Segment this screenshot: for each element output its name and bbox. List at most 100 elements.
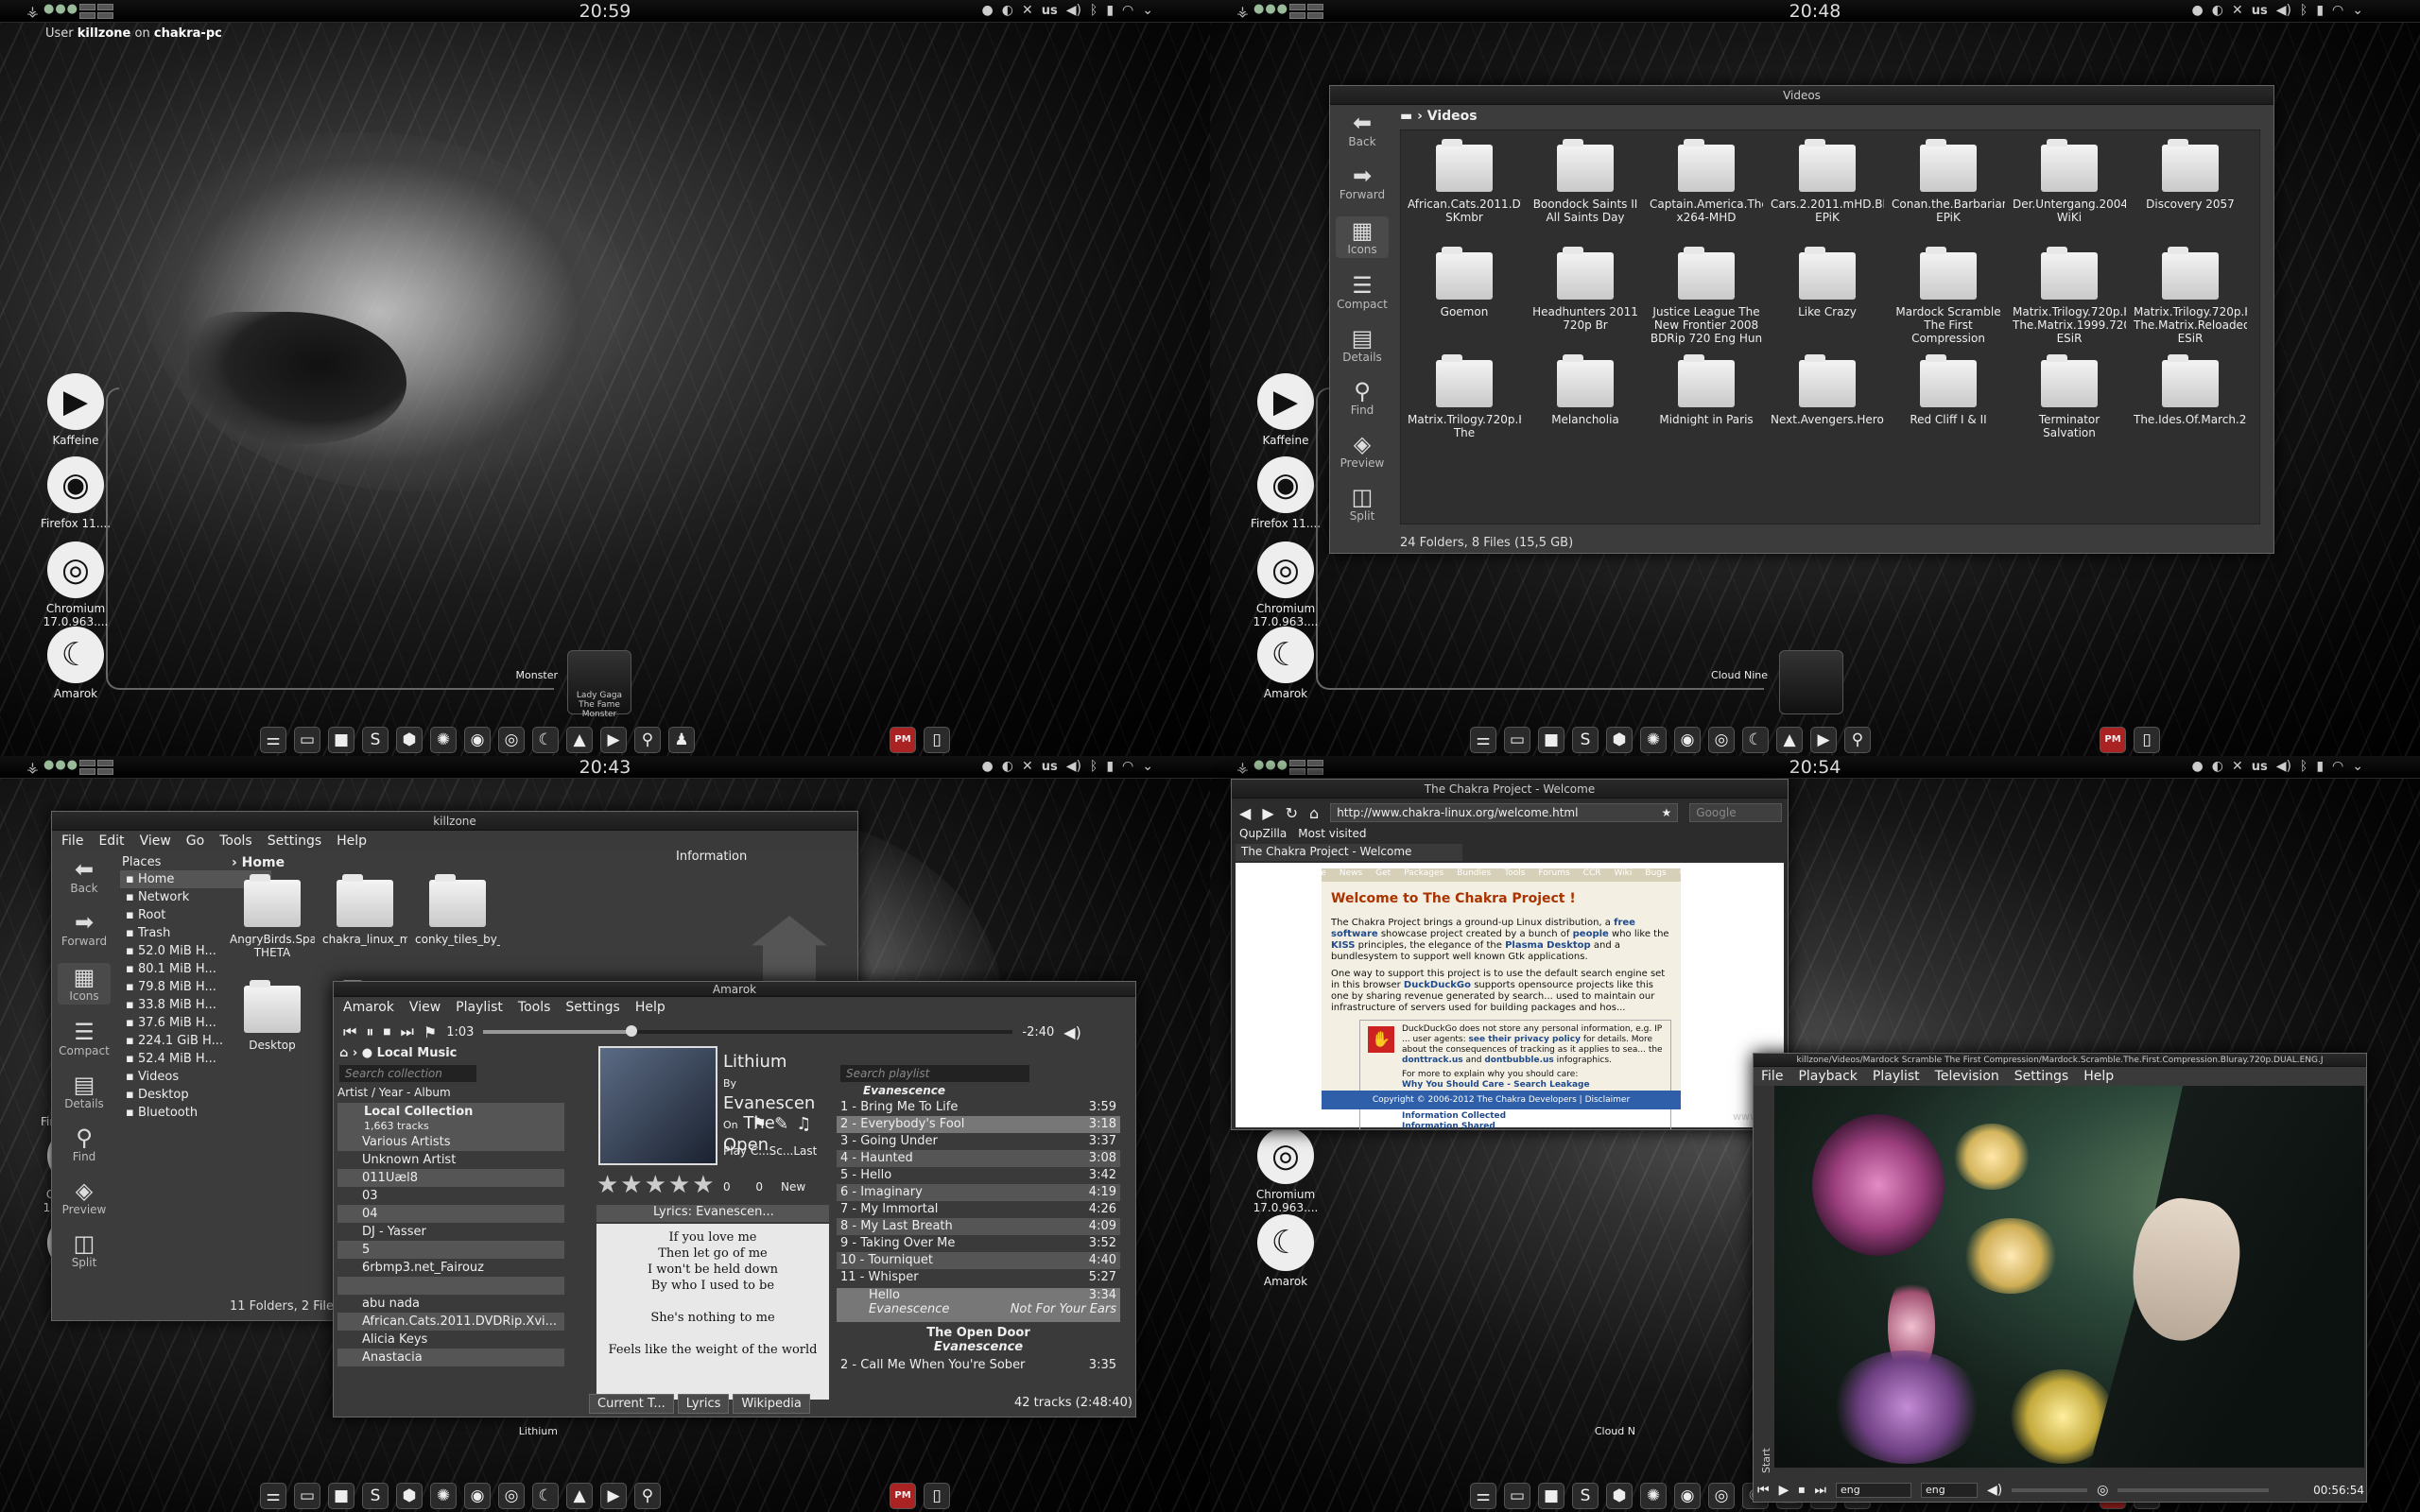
dock-item-firefox[interactable]: ◉ Firefox 11.... [1238, 456, 1333, 530]
window-title[interactable]: Amarok [334, 982, 1135, 997]
dock-item-chromium[interactable]: ◎Chromium 17.0.963.... [1238, 1127, 1333, 1214]
link-plasma-desktop[interactable]: Plasma Desktop [1505, 940, 1591, 951]
folder-item[interactable]: Captain.America.The.First.Avenger.720p.B… [1650, 139, 1763, 239]
volume-slider[interactable] [2012, 1488, 2088, 1492]
folder-item[interactable]: Matrix.Trilogy.720p.HDDVD.DTS.x264-The.M… [2013, 247, 2126, 347]
site-nav-item[interactable]: Tools [1504, 868, 1525, 882]
mixer-icon[interactable]: ⚌ [1470, 1483, 1496, 1509]
menu-item[interactable]: Playlist [1873, 1069, 1920, 1084]
site-nav-item[interactable]: Bundles [1457, 868, 1491, 882]
volume-icon[interactable]: ◀) [2276, 759, 2291, 774]
shield-icon[interactable]: ⬢ [1606, 727, 1633, 753]
menu-item[interactable]: Edit [98, 833, 124, 849]
folder-item[interactable]: Matrix.Trilogy.720p.HDDVD.DTS.x264-The [1408, 354, 1521, 455]
site-nav-item[interactable]: CCR [1583, 868, 1601, 882]
dock-item-amarok[interactable]: ☾Amarok [1238, 1214, 1333, 1288]
star-icon[interactable]: ★ [1662, 806, 1672, 819]
terminal-icon[interactable]: ▭ [294, 727, 320, 753]
artist-item[interactable]: Unknown Artist [337, 1151, 564, 1169]
site-nav-item[interactable]: Code [1680, 868, 1702, 882]
shield-icon[interactable]: ⬢ [396, 727, 423, 753]
next-icon[interactable]: ⏭ [1814, 1483, 1826, 1498]
notifications-icon[interactable]: ● [2192, 759, 2204, 774]
split-button[interactable]: ◫ Split [58, 1231, 111, 1269]
forward-button[interactable]: ➡ Forward [1336, 163, 1389, 201]
breadcrumb[interactable]: › Home [232, 855, 285, 870]
volume-icon[interactable]: ◀) [2276, 3, 2291, 18]
menu-item[interactable]: Television [1935, 1069, 1999, 1084]
menu-item[interactable]: Settings [2014, 1069, 2068, 1084]
search-bar[interactable]: Google [1689, 803, 1782, 822]
search-playlist-input[interactable]: Search playlist [840, 1065, 1029, 1082]
subtitle-select[interactable]: eng [1921, 1483, 1978, 1498]
dock-item-chromium[interactable]: ◎Chromium 17.0.963.... [1238, 541, 1333, 628]
skype-icon[interactable]: S [362, 1483, 389, 1509]
folder-item[interactable]: Der.Untergang.2004.BluRay.720p.x264.DTS-… [2013, 139, 2126, 239]
window-icon[interactable]: ■ [1538, 727, 1564, 753]
playlist-row[interactable]: 3 - Going Under 3:37 [837, 1133, 1120, 1150]
music-icon[interactable]: ♫ [796, 1114, 811, 1134]
skype-icon[interactable]: S [1572, 1483, 1599, 1509]
settings-icon[interactable]: ✺ [430, 727, 457, 753]
pm-icon[interactable]: PM [890, 1483, 916, 1509]
mixer-icon[interactable]: ⚌ [260, 1483, 286, 1509]
firefox-small-icon[interactable]: ◉ [1674, 1483, 1701, 1509]
playlist-row[interactable]: 11 - Whisper 5:27 [837, 1269, 1120, 1286]
reload-icon[interactable]: ↻ [1286, 804, 1298, 822]
pm-icon[interactable]: PM [890, 727, 916, 753]
firefox-small-icon[interactable]: ◉ [464, 1483, 491, 1509]
notifications-icon[interactable]: ● [2192, 3, 2204, 18]
context-tab[interactable]: Wikipedia [733, 1394, 810, 1414]
link-kiss[interactable]: KISS [1331, 940, 1355, 951]
edit-icon[interactable]: ✎ [774, 1114, 788, 1134]
folder-item[interactable]: Like Crazy [1771, 247, 1884, 347]
artist-item[interactable]: Various Artists [337, 1133, 564, 1151]
menu-item[interactable]: Go [186, 833, 204, 849]
firefox-small-icon[interactable]: ◉ [464, 727, 491, 753]
artist-item[interactable]: Alicia Keys [337, 1331, 564, 1349]
folder-item[interactable]: Desktop [230, 980, 315, 1078]
record-icon[interactable]: ◎ [2097, 1483, 2108, 1498]
folder-item[interactable]: Matrix.Trilogy.720p.HDDVD.DTS.x264-The.M… [2134, 247, 2247, 347]
breadcrumb[interactable]: ▬ › Videos [1400, 109, 2270, 129]
playlist-row[interactable]: 2 - Call Me When You're Sober 3:35 [837, 1358, 1120, 1372]
find-button[interactable]: ⚲ Find [1336, 379, 1389, 417]
menu-item[interactable]: View [140, 833, 171, 849]
wifi-icon[interactable]: ◠ [1122, 3, 1133, 18]
site-nav-item[interactable]: Bugs [1645, 868, 1666, 882]
folder-item[interactable]: AngryBirds.Space.v1.0.0.cracked-THETA [230, 874, 315, 972]
artist-item[interactable]: 011Uæl8 [337, 1169, 564, 1187]
menu-item[interactable]: Settings [268, 833, 321, 849]
url-bar[interactable]: http://www.chakra-linux.org/welcome.html… [1330, 803, 1679, 822]
chromium-small-icon[interactable]: ◎ [1708, 1483, 1735, 1509]
ddg-link[interactable]: Information Collected [1402, 1111, 1667, 1122]
dock-item-amarok[interactable]: ☾Amarok [28, 627, 123, 700]
context-tab[interactable]: Current T... [589, 1394, 674, 1414]
folder-item[interactable]: Red Cliff I & II [1892, 354, 2005, 455]
previous-icon[interactable]: ⏮ [343, 1022, 356, 1041]
find-button[interactable]: ⚲ Find [58, 1125, 111, 1163]
volume-icon[interactable]: ◀) [1066, 3, 1081, 18]
folder-item[interactable]: Goemon [1408, 247, 1521, 347]
search-icon[interactable]: ⚲ [634, 1483, 661, 1509]
trash-icon[interactable]: ▯ [2134, 727, 2160, 753]
window-icon[interactable]: ■ [1538, 1483, 1564, 1509]
bookmark-most-visited[interactable]: Most visited [1298, 827, 1366, 840]
compact-view-button[interactable]: ☰ Compact [1336, 273, 1389, 311]
home-icon[interactable]: ⌂ [339, 1046, 348, 1060]
place-item[interactable]: ▪ Bluetooth [120, 1104, 271, 1122]
playlist-row[interactable]: 5 - Hello 3:42 [837, 1167, 1120, 1184]
artist-item[interactable]: Anastacia [337, 1349, 564, 1366]
tray-expand-icon[interactable]: ⌄ [1142, 759, 1153, 774]
window-icon[interactable]: ■ [328, 1483, 354, 1509]
play-icon[interactable]: ▶ [1779, 1483, 1789, 1498]
battery-icon[interactable]: ▮ [1106, 759, 1114, 774]
folder-item[interactable]: Headhunters 2011 720p Br [1529, 247, 1642, 347]
tray-expand-icon[interactable]: ⌄ [2352, 759, 2363, 774]
menu-item[interactable]: Tools [219, 833, 252, 849]
wifi-icon[interactable]: ◠ [2332, 3, 2343, 18]
folder-item[interactable]: Conan.the.Barbarian.2011.mHD.BluRay.DD5.… [1892, 139, 2005, 239]
folder-item[interactable]: Next.Avengers.Heroes.Of.Tomorrow.2008 [1771, 354, 1884, 455]
site-nav-item[interactable]: Get [1375, 868, 1391, 882]
menu-item[interactable]: View [409, 1000, 441, 1015]
